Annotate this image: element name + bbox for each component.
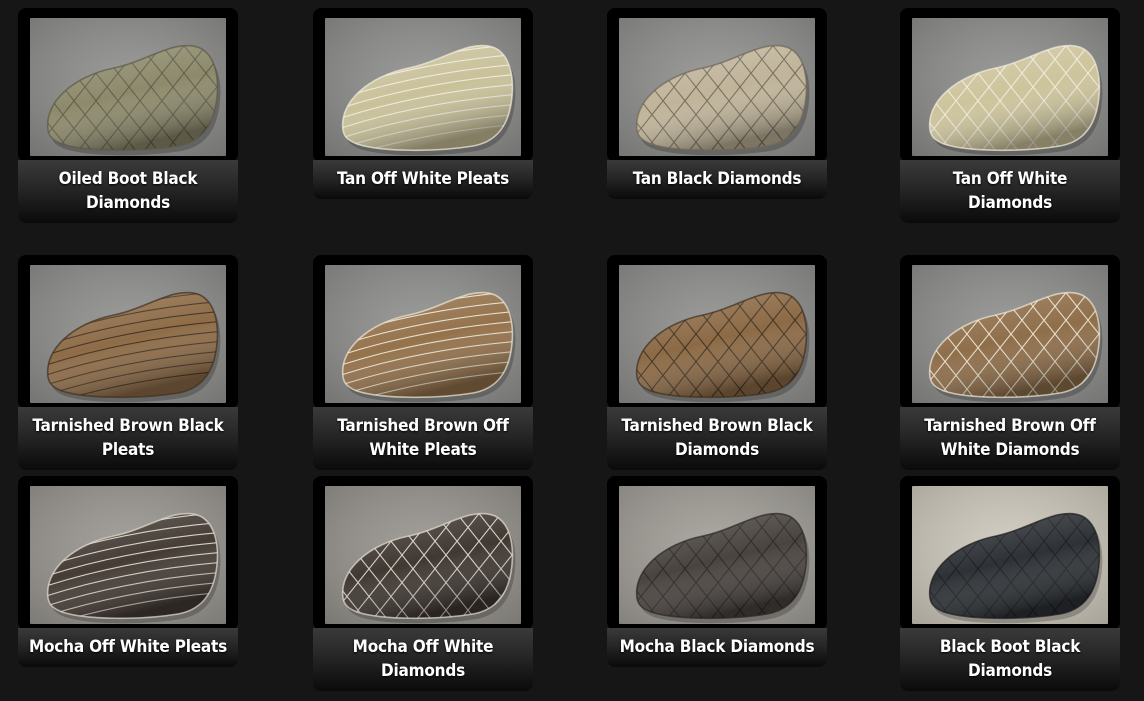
swatch-frame — [313, 255, 533, 409]
swatch-label: Mocha Black Diamonds — [607, 628, 827, 667]
seat-photo-icon — [619, 265, 815, 403]
swatch-label: Mocha Off White Pleats — [18, 628, 238, 667]
swatch-label: Mocha Off White Diamonds — [313, 628, 533, 691]
seat-photo-icon — [912, 265, 1108, 403]
seat-photo-icon — [30, 486, 226, 624]
swatch-frame — [900, 8, 1120, 162]
swatch-card-10[interactable]: Mocha Off White Diamonds — [313, 476, 533, 691]
swatch-card-4[interactable]: Tan Off White Diamonds — [900, 8, 1120, 223]
swatch-frame — [900, 255, 1120, 409]
seat-photo-icon — [30, 18, 226, 156]
swatch-frame — [18, 476, 238, 630]
swatch-label: Tarnished Brown Black Diamonds — [607, 407, 827, 470]
seat-photo-icon — [619, 18, 815, 156]
swatch-card-12[interactable]: Black Boot Black Diamonds — [900, 476, 1120, 691]
seat-photo-icon — [912, 18, 1108, 156]
seat-photo-icon — [325, 18, 521, 156]
swatch-card-6[interactable]: Tarnished Brown Off White Pleats — [313, 255, 533, 470]
swatch-card-2[interactable]: Tan Off White Pleats — [313, 8, 533, 199]
swatch-label: Tarnished Brown Black Pleats — [18, 407, 238, 470]
seat-photo-icon — [619, 486, 815, 624]
swatch-label: Tan Off White Pleats — [313, 160, 533, 199]
seat-photo-icon — [30, 265, 226, 403]
swatch-label: Black Boot Black Diamonds — [900, 628, 1120, 691]
swatch-label: Tan Black Diamonds — [607, 160, 827, 199]
swatch-card-5[interactable]: Tarnished Brown Black Pleats — [18, 255, 238, 470]
swatch-label: Tan Off White Diamonds — [900, 160, 1120, 223]
swatch-frame — [18, 255, 238, 409]
swatch-frame — [607, 8, 827, 162]
swatch-label: Oiled Boot Black Diamonds — [18, 160, 238, 223]
swatch-frame — [607, 476, 827, 630]
seat-photo-icon — [325, 265, 521, 403]
swatch-label: Tarnished Brown Off White Pleats — [313, 407, 533, 470]
swatch-frame — [607, 255, 827, 409]
swatch-card-9[interactable]: Mocha Off White Pleats — [18, 476, 238, 667]
swatch-card-11[interactable]: Mocha Black Diamonds — [607, 476, 827, 667]
swatch-frame — [900, 476, 1120, 630]
swatch-label: Tarnished Brown Off White Diamonds — [900, 407, 1120, 470]
swatch-card-8[interactable]: Tarnished Brown Off White Diamonds — [900, 255, 1120, 470]
seat-photo-icon — [325, 486, 521, 624]
swatch-frame — [313, 476, 533, 630]
swatch-card-3[interactable]: Tan Black Diamonds — [607, 8, 827, 199]
swatch-card-1[interactable]: Oiled Boot Black Diamonds — [18, 8, 238, 223]
swatch-frame — [313, 8, 533, 162]
swatch-card-7[interactable]: Tarnished Brown Black Diamonds — [607, 255, 827, 470]
swatch-frame — [18, 8, 238, 162]
seat-photo-icon — [912, 486, 1108, 624]
